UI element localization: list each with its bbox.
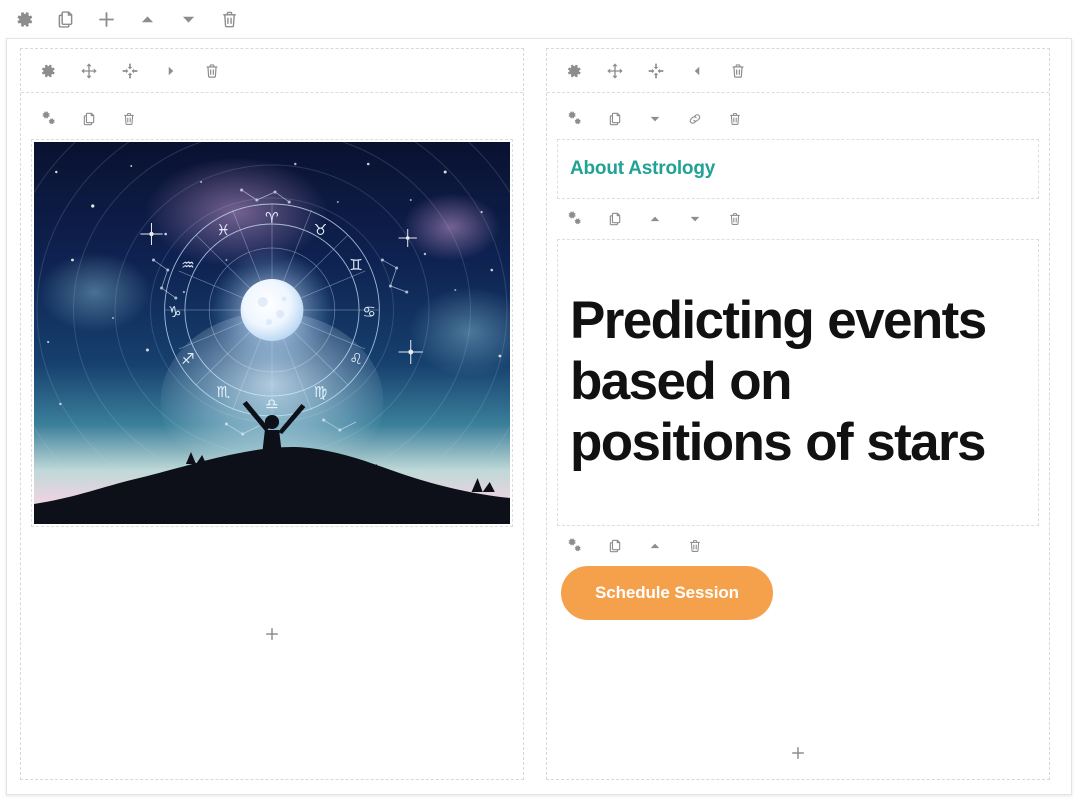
svg-text:♈: ♈ [265,209,279,227]
about-astrology-label[interactable]: About Astrology [570,158,1026,180]
button-block[interactable]: Schedule Session [557,526,1039,621]
image-block-frame: ♈ ♉ ♊ ♋ ♌ ♍ ♎ ♏ ♐ ♑ ♒ ♓ [31,139,513,527]
column-settings-icon[interactable] [37,60,59,82]
move-down-icon[interactable] [685,209,705,229]
delete-icon[interactable] [119,109,139,129]
svg-text:♐: ♐ [181,350,195,368]
move-icon[interactable] [78,60,100,82]
image-block-toolbar [31,99,513,139]
block-settings-icon[interactable] [565,209,585,229]
headline-block-toolbar [557,199,1039,239]
add-block-button-left[interactable] [21,617,523,651]
collapse-right-icon[interactable] [160,60,182,82]
svg-text:♌: ♌ [349,350,363,368]
column-settings-icon[interactable] [563,60,585,82]
headline-block[interactable]: Predicting events based on positions of … [557,199,1039,527]
svg-text:♍: ♍ [314,383,328,401]
button-block-toolbar [557,526,1039,566]
about-block-frame: About Astrology [557,139,1039,199]
column-right-body: About Astrology Predicting events based … [547,93,1049,779]
move-up-icon[interactable] [645,536,665,556]
svg-text:♋: ♋ [362,303,376,321]
column-right[interactable]: About Astrology Predicting events based … [546,48,1050,780]
duplicate-icon[interactable] [53,8,77,32]
move-down-icon[interactable] [176,8,200,32]
link-icon[interactable] [685,109,705,129]
column-left-body: ♈ ♉ ♊ ♋ ♌ ♍ ♎ ♏ ♐ ♑ ♒ ♓ [21,93,523,779]
delete-icon[interactable] [201,60,223,82]
plus-icon [789,744,807,762]
delete-icon[interactable] [725,109,745,129]
svg-text:♊: ♊ [349,256,363,274]
delete-icon[interactable] [685,536,705,556]
resize-icon[interactable] [645,60,667,82]
column-right-toolbar [547,49,1049,93]
svg-text:♒: ♒ [181,256,195,274]
duplicate-icon[interactable] [605,109,625,129]
duplicate-icon[interactable] [79,109,99,129]
about-block-toolbar [557,99,1039,139]
delete-icon[interactable] [217,8,241,32]
svg-text:♑: ♑ [168,303,182,321]
column-left-toolbar [21,49,523,93]
columns-wrapper: ♈ ♉ ♊ ♋ ♌ ♍ ♎ ♏ ♐ ♑ ♒ ♓ About Astrology … [20,48,1058,780]
plus-icon [263,625,281,643]
column-left[interactable]: ♈ ♉ ♊ ♋ ♌ ♍ ♎ ♏ ♐ ♑ ♒ ♓ [20,48,524,780]
astrology-image[interactable]: ♈ ♉ ♊ ♋ ♌ ♍ ♎ ♏ ♐ ♑ ♒ ♓ [34,142,510,524]
button-block-frame: Schedule Session [557,566,1039,621]
duplicate-icon[interactable] [605,536,625,556]
block-settings-icon[interactable] [565,109,585,129]
svg-text:♉: ♉ [314,221,328,239]
move-up-icon[interactable] [645,209,665,229]
collapse-left-icon[interactable] [686,60,708,82]
schedule-session-button[interactable]: Schedule Session [561,566,773,621]
add-block-button-right[interactable] [547,736,1049,770]
about-text-block[interactable]: About Astrology [557,99,1039,199]
move-down-icon[interactable] [645,109,665,129]
svg-text:♏: ♏ [217,383,231,401]
page-builder-canvas: ♈ ♉ ♊ ♋ ♌ ♍ ♎ ♏ ♐ ♑ ♒ ♓ About Astrology … [0,0,1080,807]
block-settings-icon[interactable] [565,536,585,556]
svg-text:♎: ♎ [265,395,279,413]
image-block[interactable]: ♈ ♉ ♊ ♋ ♌ ♍ ♎ ♏ ♐ ♑ ♒ ♓ [31,99,513,527]
page-headline[interactable]: Predicting events based on positions of … [570,290,1026,474]
delete-icon[interactable] [727,60,749,82]
headline-block-frame: Predicting events based on positions of … [557,239,1039,527]
move-icon[interactable] [604,60,626,82]
row-toolbar [0,0,1080,39]
resize-icon[interactable] [119,60,141,82]
move-up-icon[interactable] [135,8,159,32]
duplicate-icon[interactable] [605,209,625,229]
svg-text:♓: ♓ [217,221,231,239]
delete-icon[interactable] [725,209,745,229]
block-settings-icon[interactable] [39,109,59,129]
add-icon[interactable] [94,8,118,32]
section-container: ♈ ♉ ♊ ♋ ♌ ♍ ♎ ♏ ♐ ♑ ♒ ♓ About Astrology … [6,38,1072,795]
settings-icon[interactable] [12,8,36,32]
